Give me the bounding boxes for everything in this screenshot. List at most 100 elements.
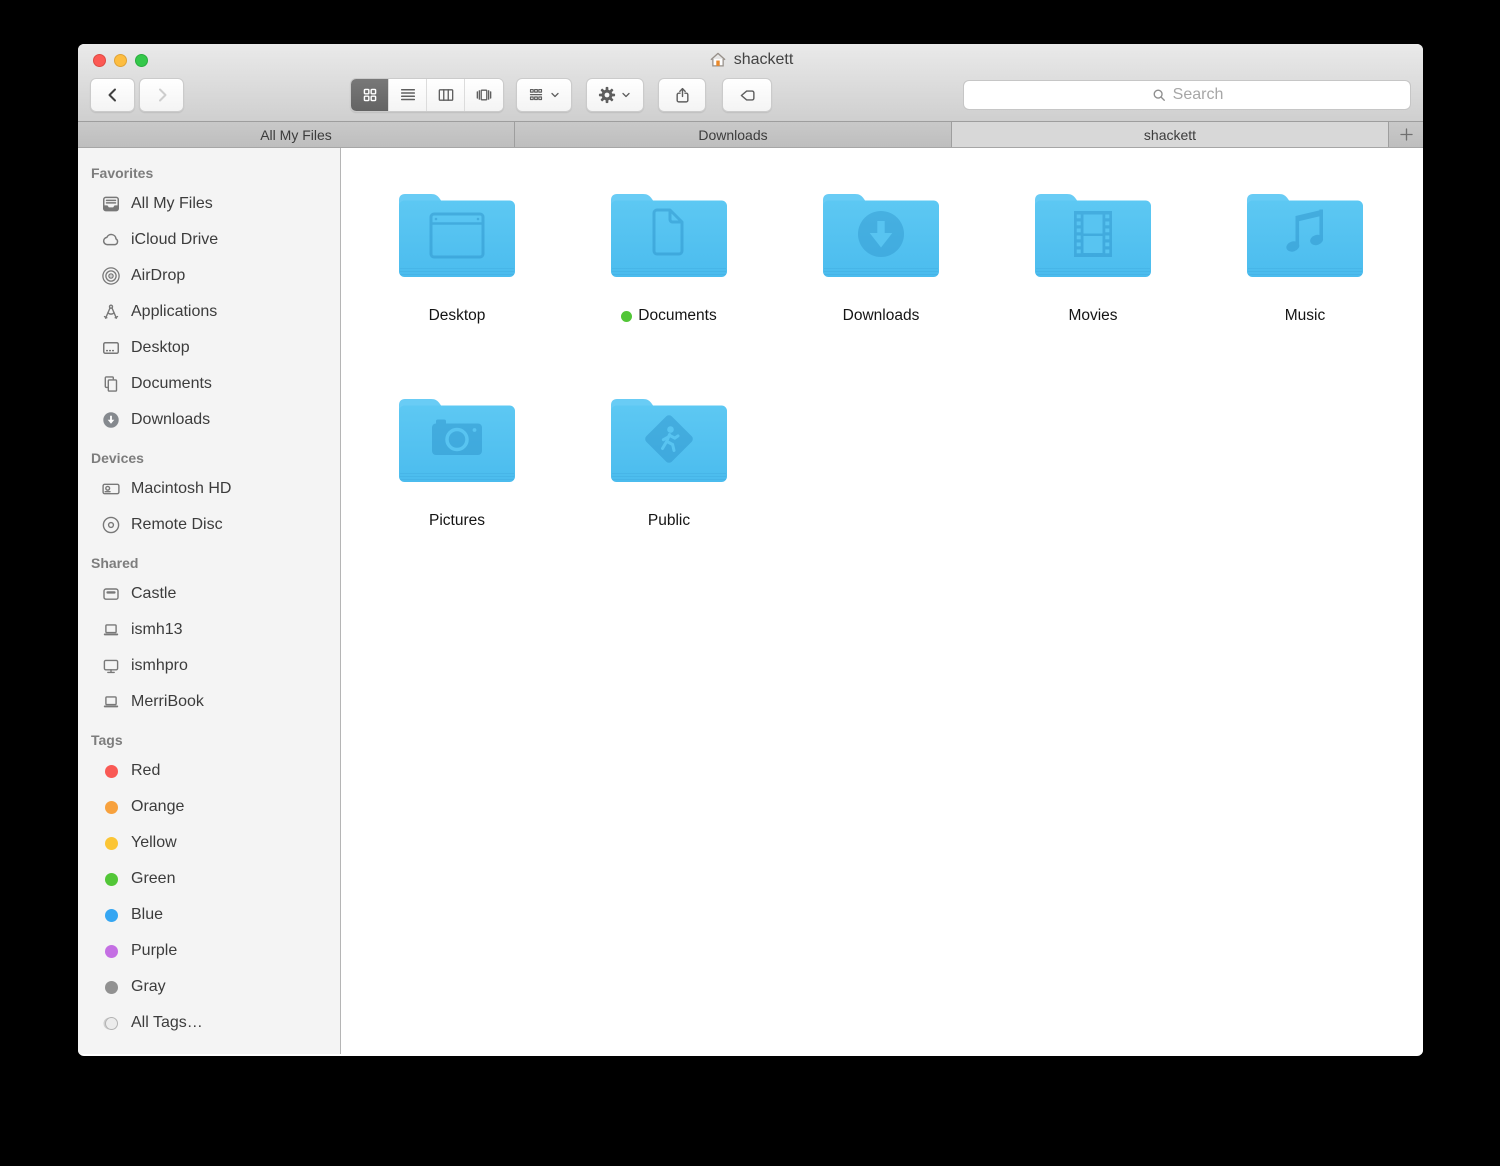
folder-music[interactable]: Music — [1199, 185, 1411, 390]
all-tags-icon — [101, 1013, 121, 1033]
view-mode-segmented-control — [350, 78, 504, 112]
sidebar-item-yellow[interactable]: Yellow — [78, 825, 340, 861]
new-tab-button[interactable] — [1389, 122, 1423, 147]
sidebar-item-desktop[interactable]: Desktop — [78, 330, 340, 366]
sidebar-item-ismhpro[interactable]: ismhpro — [78, 648, 340, 684]
sidebar-item-orange[interactable]: Orange — [78, 789, 340, 825]
sidebar-item-icloud-drive[interactable]: iCloud Drive — [78, 222, 340, 258]
icon-view-button[interactable] — [351, 79, 389, 111]
folder-desktop[interactable]: Desktop — [351, 185, 563, 390]
sidebar-item-downloads[interactable]: Downloads — [78, 402, 340, 438]
orange-tag-icon — [101, 797, 121, 817]
home-icon — [708, 50, 728, 70]
folder-label: Desktop — [428, 307, 486, 324]
sidebar-section-header: Favorites — [91, 165, 154, 181]
tab-bar: All My Files Downloads shackett — [78, 121, 1423, 148]
sidebar-item-red[interactable]: Red — [78, 753, 340, 789]
sidebar-section-shared: Shared Castle ismh13 ismhpro MerriBook — [78, 550, 340, 720]
folder-downloads[interactable]: Downloads — [775, 185, 987, 390]
tag-button[interactable] — [722, 78, 772, 112]
sidebar-item-castle[interactable]: Castle — [78, 576, 340, 612]
list-view-button[interactable] — [389, 79, 427, 111]
sidebar-item-remote-disc[interactable]: Remote Disc — [78, 507, 340, 543]
sidebar-item-label: Orange — [131, 798, 185, 815]
sidebar-item-macintosh-hd[interactable]: Macintosh HD — [78, 471, 340, 507]
folder-label-row: Pictures — [429, 512, 485, 530]
coverflow-view-button[interactable] — [465, 79, 503, 111]
sidebar-item-label: Purple — [131, 942, 178, 959]
folder-public[interactable]: Public — [563, 390, 775, 595]
folder-documents[interactable]: Documents — [563, 185, 775, 390]
sidebar-item-all-my-files[interactable]: All My Files — [78, 186, 340, 222]
sidebar-section-devices: Devices Macintosh HD Remote Disc — [78, 445, 340, 543]
icloud-icon — [101, 230, 121, 250]
desktop-background: shackett Search All My Files Downloads sha… — [0, 0, 1500, 1166]
folder-label-row: Public — [648, 512, 690, 530]
laptop-icon — [101, 692, 121, 712]
all-my-files-icon — [101, 194, 121, 214]
sidebar-item-label: Gray — [131, 978, 166, 995]
column-view-button[interactable] — [427, 79, 465, 111]
folder-label: Music — [1284, 307, 1326, 324]
tab-downloads[interactable]: Downloads — [515, 122, 952, 147]
sidebar-item-label: iCloud Drive — [131, 231, 219, 248]
downloads-folder-icon — [819, 185, 943, 281]
sidebar-section-favorites: Favorites All My Files iCloud Drive AirDrop… — [78, 160, 340, 438]
documents-icon — [101, 374, 121, 394]
sidebar-item-label: Red — [131, 762, 161, 779]
desktop-folder-icon — [395, 185, 519, 281]
sidebar-item-label: All My Files — [131, 195, 213, 212]
sidebar-item-airdrop[interactable]: AirDrop — [78, 258, 340, 294]
sidebar-item-label: Applications — [131, 303, 218, 320]
list-view-icon — [400, 89, 415, 101]
tab-all-my-files[interactable]: All My Files — [78, 122, 515, 147]
sidebar-item-label: Blue — [131, 906, 164, 923]
arrange-button[interactable] — [516, 78, 572, 112]
window-title-text: shackett — [733, 51, 794, 68]
search-input[interactable]: Search — [963, 80, 1411, 110]
folder-label-row: Desktop — [429, 307, 486, 325]
blue-tag-icon — [101, 905, 121, 925]
sidebar-item-label: Desktop — [131, 339, 190, 356]
display-icon — [101, 656, 121, 676]
sidebar-item-documents[interactable]: Documents — [78, 366, 340, 402]
downloads-circle-icon — [101, 410, 121, 430]
green-tag-dot — [621, 310, 633, 322]
folder-label-row: Movies — [1068, 307, 1117, 325]
action-button[interactable] — [586, 78, 644, 112]
sidebar-item-purple[interactable]: Purple — [78, 933, 340, 969]
window-title: shackett — [78, 46, 1423, 74]
sidebar-item-blue[interactable]: Blue — [78, 897, 340, 933]
folder-pictures[interactable]: Pictures — [351, 390, 563, 595]
forward-button[interactable] — [139, 78, 184, 112]
folder-movies[interactable]: Movies — [987, 185, 1199, 390]
tab-shackett[interactable]: shackett — [952, 122, 1389, 147]
sidebar-item-label: Downloads — [131, 411, 211, 428]
toolbar: Search — [90, 76, 1411, 114]
column-view-icon — [438, 89, 453, 101]
sidebar-item-gray[interactable]: Gray — [78, 969, 340, 1005]
sidebar-item-label: ismh13 — [131, 621, 183, 638]
yellow-tag-icon — [101, 833, 121, 853]
tab-label: shackett — [1143, 126, 1197, 143]
sidebar-item-merribook[interactable]: MerriBook — [78, 684, 340, 720]
folder-label: Documents — [638, 307, 717, 324]
laptop-icon — [101, 620, 121, 640]
sidebar-item-all-tags[interactable]: All Tags… — [78, 1005, 340, 1041]
airdrop-icon — [101, 266, 121, 286]
main-area: Favorites All My Files iCloud Drive AirDrop… — [78, 148, 1423, 1054]
folder-label: Downloads — [842, 307, 920, 324]
file-grid: Desktop Documents Downloads Movies Music… — [341, 148, 1423, 1054]
coverflow-view-icon — [476, 89, 492, 101]
applications-icon — [101, 302, 121, 322]
back-button[interactable] — [90, 78, 135, 112]
share-button[interactable] — [658, 78, 706, 112]
finder-window: shackett Search All My Files Downloads sha… — [78, 44, 1423, 1056]
sidebar-item-ismh13[interactable]: ismh13 — [78, 612, 340, 648]
red-tag-icon — [101, 761, 121, 781]
sidebar-item-label: All Tags… — [131, 1014, 203, 1031]
sidebar-item-applications[interactable]: Applications — [78, 294, 340, 330]
sidebar-item-green[interactable]: Green — [78, 861, 340, 897]
desktop-icon — [101, 338, 121, 358]
disc-icon — [101, 515, 121, 535]
